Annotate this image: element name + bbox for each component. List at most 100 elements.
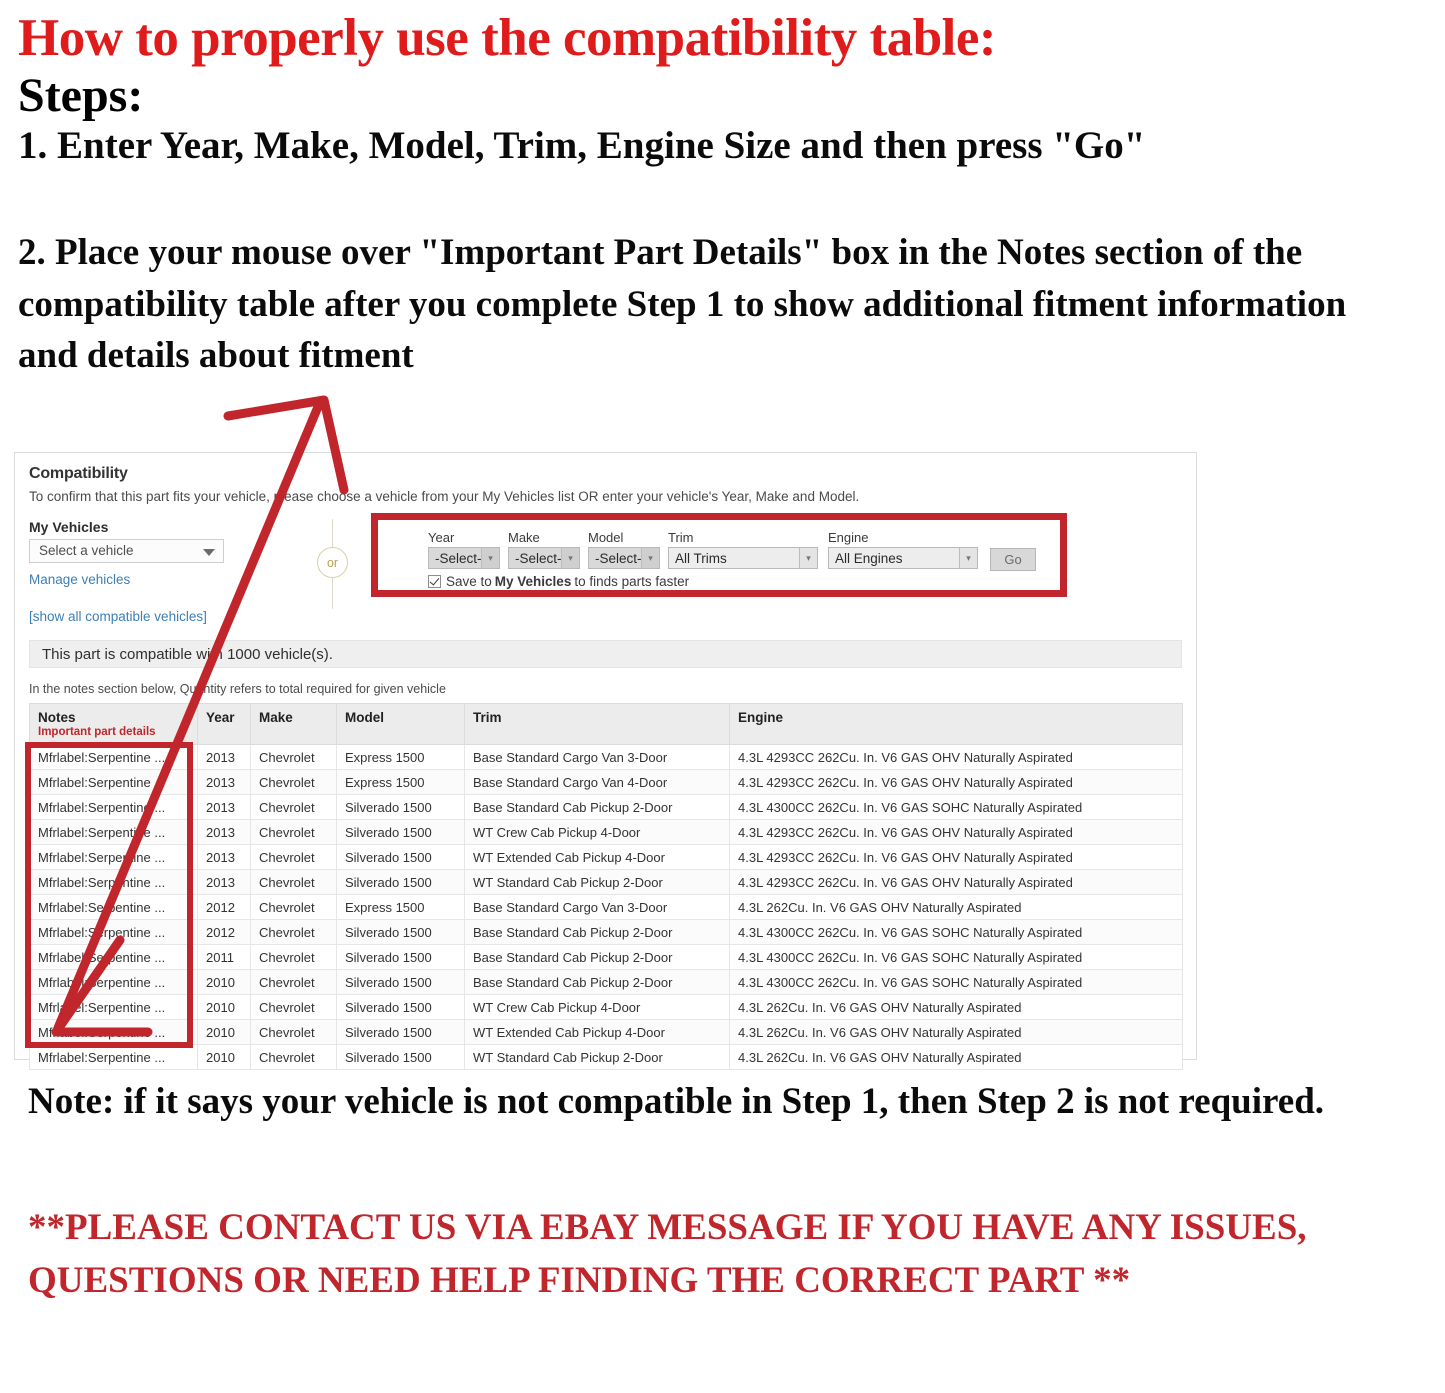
save-prefix-label: Save to	[446, 574, 492, 589]
cell-engine: 4.3L 4300CC 262Cu. In. V6 GAS SOHC Natur…	[729, 794, 1183, 820]
cell-notes: Mfrlabel:Serpentine ...	[29, 1044, 198, 1070]
cell-model: Silverado 1500	[336, 1044, 465, 1070]
cell-make: Chevrolet	[250, 1044, 337, 1070]
go-button[interactable]: Go	[990, 548, 1036, 571]
cell-make: Chevrolet	[250, 744, 337, 770]
cell-year: 2013	[197, 819, 251, 845]
cell-make: Chevrolet	[250, 994, 337, 1020]
compatibility-heading: Compatibility	[29, 465, 128, 482]
header-engine[interactable]: Engine	[729, 703, 1183, 745]
make-select-value: -Select-	[515, 550, 562, 566]
my-vehicles-select-value: Select a vehicle	[39, 543, 134, 558]
notes-quantity-hint: In the notes section below, Quantity ref…	[29, 682, 446, 696]
cell-year: 2012	[197, 919, 251, 945]
table-row[interactable]: Mfrlabel:Serpentine ... 2010 Chevrolet Silv…	[29, 994, 1183, 1020]
save-to-my-vehicles-row[interactable]: Save to My Vehicles to finds parts faste…	[428, 574, 689, 589]
cell-year: 2010	[197, 1044, 251, 1070]
cell-notes: Mfrlabel:Serpentine ...	[29, 944, 198, 970]
cell-notes: Mfrlabel:Serpentine ...	[29, 919, 198, 945]
cell-trim: WT Crew Cab Pickup 4-Door	[464, 819, 730, 845]
trim-field: Trim All Trims ▾	[668, 530, 818, 569]
cell-make: Chevrolet	[250, 1019, 337, 1045]
cell-engine: 4.3L 4300CC 262Cu. In. V6 GAS SOHC Natur…	[729, 944, 1183, 970]
cell-make: Chevrolet	[250, 819, 337, 845]
cell-trim: WT Extended Cab Pickup 4-Door	[464, 844, 730, 870]
steps-label: Steps:	[18, 69, 144, 123]
header-notes-label: Notes	[38, 710, 76, 725]
cell-trim: Base Standard Cab Pickup 2-Door	[464, 919, 730, 945]
engine-select[interactable]: All Engines ▾	[828, 547, 978, 569]
table-row[interactable]: Mfrlabel:Serpentine ... 2013 Chevrolet Silv…	[29, 844, 1183, 870]
table-row[interactable]: Mfrlabel:Serpentine ... 2013 Chevrolet Silv…	[29, 869, 1183, 895]
cell-model: Silverado 1500	[336, 794, 465, 820]
cell-year: 2013	[197, 744, 251, 770]
cell-make: Chevrolet	[250, 919, 337, 945]
header-model[interactable]: Model	[336, 703, 465, 745]
make-select[interactable]: -Select- ▾	[508, 547, 580, 569]
table-row[interactable]: Mfrlabel:Serpentine ... 2010 Chevrolet Silv…	[29, 1044, 1183, 1070]
table-row[interactable]: Mfrlabel:Serpentine ... 2012 Chevrolet Expr…	[29, 894, 1183, 920]
or-divider: or	[311, 519, 355, 609]
cell-year: 2013	[197, 869, 251, 895]
cell-engine: 4.3L 4293CC 262Cu. In. V6 GAS OHV Natura…	[729, 744, 1183, 770]
cell-notes: Mfrlabel:Serpentine ...	[29, 769, 198, 795]
year-select[interactable]: -Select- ▾	[428, 547, 500, 569]
my-vehicles-label: My Vehicles	[29, 519, 109, 535]
table-row[interactable]: Mfrlabel:Serpentine ... 2013 Chevrolet Expr…	[29, 769, 1183, 795]
year-field: Year -Select- ▾	[428, 530, 500, 569]
model-select[interactable]: -Select- ▾	[588, 547, 660, 569]
save-suffix-label: to finds parts faster	[574, 574, 690, 589]
cell-engine: 4.3L 4300CC 262Cu. In. V6 GAS SOHC Natur…	[729, 969, 1183, 995]
step-two-text: 2. Place your mouse over "Important Part…	[18, 231, 1347, 377]
chevron-down-icon: ▾	[481, 548, 499, 568]
cell-year: 2012	[197, 894, 251, 920]
header-notes[interactable]: Notes Important part details	[29, 703, 198, 745]
step-one-text: 1. Enter Year, Make, Model, Trim, Engine…	[18, 124, 1146, 167]
manage-vehicles-link[interactable]: Manage vehicles	[29, 572, 130, 587]
cell-trim: Base Standard Cab Pickup 2-Door	[464, 944, 730, 970]
table-row[interactable]: Mfrlabel:Serpentine ... 2013 Chevrolet Silv…	[29, 819, 1183, 845]
cell-notes: Mfrlabel:Serpentine ...	[29, 994, 198, 1020]
or-divider-label: or	[317, 547, 348, 578]
cell-model: Silverado 1500	[336, 919, 465, 945]
cell-notes: Mfrlabel:Serpentine ...	[29, 894, 198, 920]
chevron-down-icon: ▾	[641, 548, 659, 568]
show-all-compatible-vehicles-link[interactable]: [show all compatible vehicles]	[29, 609, 207, 624]
cell-trim: WT Standard Cab Pickup 2-Door	[464, 1044, 730, 1070]
header-make[interactable]: Make	[250, 703, 337, 745]
cell-make: Chevrolet	[250, 944, 337, 970]
cell-notes: Mfrlabel:Serpentine ...	[29, 1019, 198, 1045]
compatibility-subtitle: To confirm that this part fits your vehi…	[29, 489, 860, 504]
cell-model: Silverado 1500	[336, 969, 465, 995]
cell-engine: 4.3L 4293CC 262Cu. In. V6 GAS OHV Natura…	[729, 769, 1183, 795]
cell-notes: Mfrlabel:Serpentine ...	[29, 869, 198, 895]
cell-year: 2010	[197, 994, 251, 1020]
table-row[interactable]: Mfrlabel:Serpentine ... 2013 Chevrolet Silv…	[29, 794, 1183, 820]
cell-make: Chevrolet	[250, 769, 337, 795]
my-vehicles-select[interactable]: Select a vehicle	[29, 539, 224, 563]
table-row[interactable]: Mfrlabel:Serpentine ... 2012 Chevrolet Silv…	[29, 919, 1183, 945]
cell-year: 2013	[197, 844, 251, 870]
table-row[interactable]: Mfrlabel:Serpentine ... 2013 Chevrolet Expr…	[29, 744, 1183, 770]
page-title: How to properly use the compatibility ta…	[18, 9, 997, 67]
table-row[interactable]: Mfrlabel:Serpentine ... 2010 Chevrolet Silv…	[29, 1019, 1183, 1045]
table-row[interactable]: Mfrlabel:Serpentine ... 2011 Chevrolet Silv…	[29, 944, 1183, 970]
engine-select-value: All Engines	[835, 550, 903, 566]
cell-year: 2013	[197, 769, 251, 795]
cell-trim: WT Extended Cab Pickup 4-Door	[464, 1019, 730, 1045]
cell-notes: Mfrlabel:Serpentine ...	[29, 844, 198, 870]
save-to-my-vehicles-checkbox[interactable]	[428, 575, 441, 588]
header-trim[interactable]: Trim	[464, 703, 730, 745]
cell-model: Express 1500	[336, 894, 465, 920]
trim-select[interactable]: All Trims ▾	[668, 547, 818, 569]
engine-field: Engine All Engines ▾	[828, 530, 978, 569]
cell-trim: Base Standard Cargo Van 4-Door	[464, 769, 730, 795]
table-row[interactable]: Mfrlabel:Serpentine ... 2010 Chevrolet Silv…	[29, 969, 1183, 995]
fitment-table-body: Mfrlabel:Serpentine ... 2013 Chevrolet Expr…	[29, 744, 1183, 1070]
cell-engine: 4.3L 262Cu. In. V6 GAS OHV Naturally Asp…	[729, 994, 1183, 1020]
note-not-required-text: Note: if it says your vehicle is not com…	[28, 1081, 1325, 1122]
model-label: Model	[588, 530, 624, 545]
header-year[interactable]: Year	[197, 703, 251, 745]
cell-engine: 4.3L 262Cu. In. V6 GAS OHV Naturally Asp…	[729, 894, 1183, 920]
cell-engine: 4.3L 4293CC 262Cu. In. V6 GAS OHV Natura…	[729, 869, 1183, 895]
